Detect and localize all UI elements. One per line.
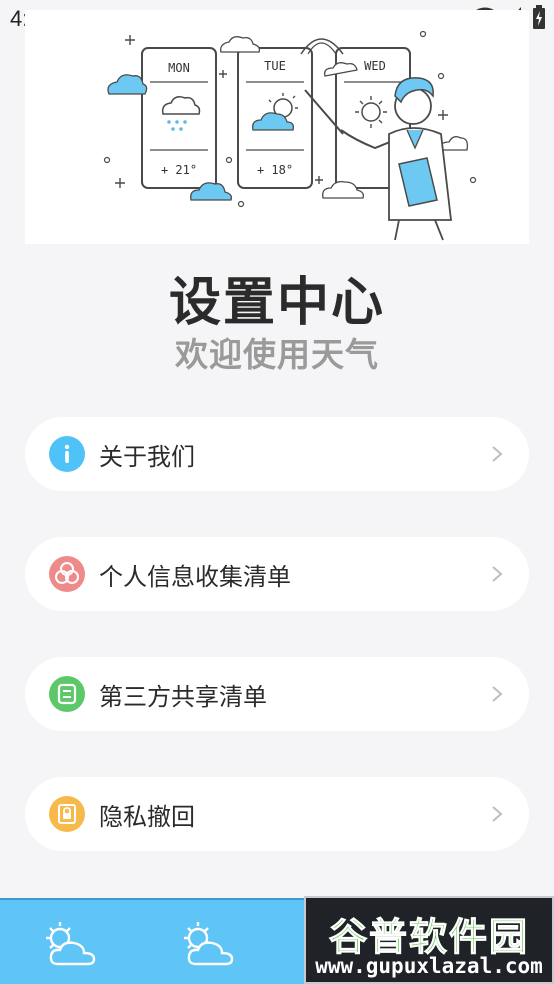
watermark: 谷普软件园 www.gupuxlazal.com — [304, 896, 554, 984]
menu-item-label: 个人信息收集清单 — [99, 562, 291, 591]
chevron-right-icon — [492, 806, 503, 822]
menu-item-third-party-list[interactable]: 第三方共享清单 — [25, 657, 529, 731]
menu-item-label: 隐私撤回 — [99, 802, 195, 831]
weather-card-temp: + 21° — [161, 163, 197, 177]
info-icon — [49, 436, 85, 472]
battery-icon — [533, 5, 545, 29]
menu-item-label: 关于我们 — [99, 442, 195, 471]
chevron-right-icon — [492, 686, 503, 702]
weather-card-day-label: MON — [168, 61, 190, 75]
weather-icon[interactable] — [176, 914, 238, 972]
menu-item-about-us[interactable]: 关于我们 — [25, 417, 529, 491]
weather-card-tue: TUE + 18° — [237, 47, 313, 189]
page-subtitle: 欢迎使用天气 — [175, 335, 379, 374]
list-icon — [49, 676, 85, 712]
chevron-right-icon — [492, 566, 503, 582]
watermark-title: 谷普软件园 — [328, 915, 529, 960]
circles-icon — [49, 556, 85, 592]
lock-icon — [49, 796, 85, 832]
weather-card-day-label: TUE — [264, 59, 286, 73]
menu-item-label: 第三方共享清单 — [99, 682, 267, 711]
menu-item-personal-info-list[interactable]: 个人信息收集清单 — [25, 537, 529, 611]
hero-illustration: MON + 21° TUE + 18° WED — [25, 10, 529, 244]
watermark-url: www.gupuxlazal.com — [315, 954, 543, 978]
weather-icon[interactable] — [38, 914, 100, 972]
weather-card-day-label: WED — [364, 59, 386, 73]
weather-card-mon: MON + 21° — [141, 47, 217, 189]
menu-item-privacy-withdraw[interactable]: 隐私撤回 — [25, 777, 529, 851]
page-title: 设置中心 — [168, 273, 385, 333]
weather-card-temp: + 18° — [257, 163, 293, 177]
chevron-right-icon — [492, 446, 503, 462]
